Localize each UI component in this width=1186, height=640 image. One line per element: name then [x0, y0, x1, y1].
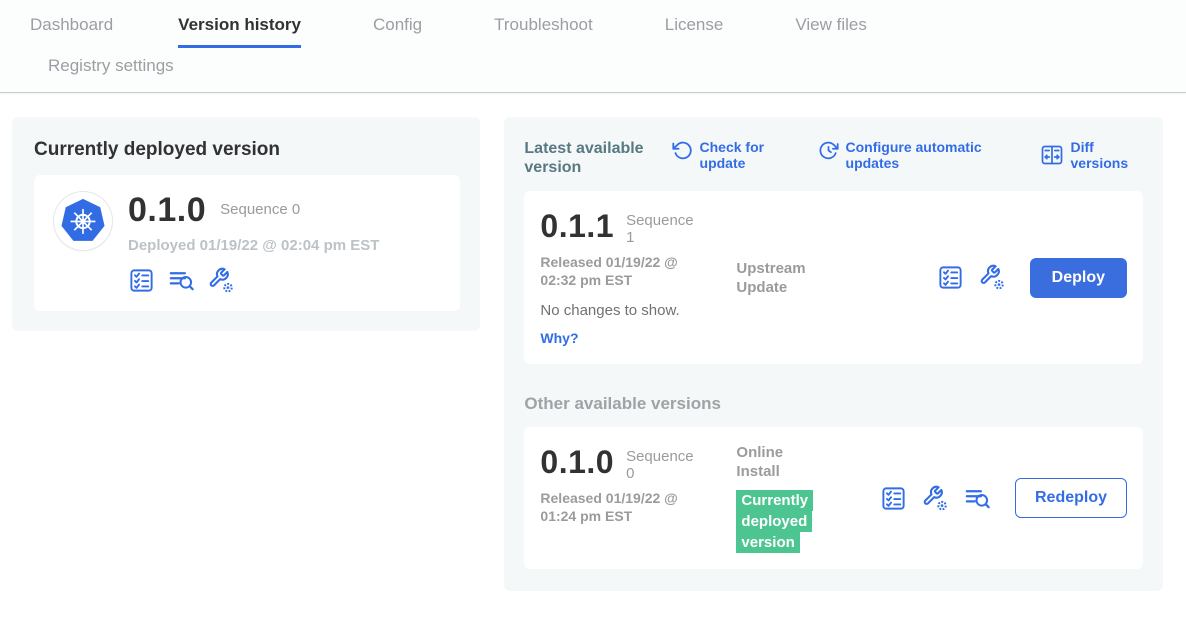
- latest-version-number: 0.1.1: [540, 209, 614, 243]
- edit-config-icon[interactable]: [922, 485, 949, 512]
- refresh-icon: [672, 140, 693, 161]
- schedule-update-icon: [818, 140, 839, 161]
- deploy-logs-icon[interactable]: [168, 267, 195, 294]
- other-version-info: 0.1.0 Sequence 0 Released 01/19/22 @ 01:…: [540, 443, 736, 525]
- deployed-sequence-label: Sequence 0: [220, 192, 300, 219]
- edit-config-icon[interactable]: [208, 267, 235, 294]
- other-version-number: 0.1.0: [540, 445, 614, 479]
- other-version-actions: Redeploy: [880, 478, 1127, 518]
- tab-view-files[interactable]: View files: [795, 15, 867, 48]
- deploy-logs-icon[interactable]: [964, 485, 991, 512]
- latest-version-actions: Deploy: [937, 258, 1127, 298]
- check-for-update-link[interactable]: Check for update: [672, 139, 784, 171]
- redeploy-button[interactable]: Redeploy: [1015, 478, 1127, 518]
- other-version-source: Online Install Currently deployed versio…: [736, 443, 854, 553]
- tab-config[interactable]: Config: [373, 15, 422, 48]
- online-install-label: Online Install: [736, 443, 816, 481]
- kubernetes-logo: [54, 192, 112, 250]
- nav-row-primary: Dashboard Version history Config Trouble…: [30, 0, 1186, 48]
- preflight-checks-icon[interactable]: [128, 267, 155, 294]
- deployed-timestamp: Deployed 01/19/22 @ 02:04 pm EST: [128, 237, 379, 254]
- latest-version-card: 0.1.1 Sequence 1 Released 01/19/22 @ 02:…: [524, 191, 1143, 364]
- other-sequence-label: Sequence 0: [626, 445, 696, 482]
- tab-dashboard[interactable]: Dashboard: [30, 15, 113, 48]
- deploy-button[interactable]: Deploy: [1030, 258, 1127, 298]
- no-changes-note: No changes to show.: [540, 302, 736, 319]
- diff-versions-label: Diff versions: [1071, 139, 1143, 171]
- why-link[interactable]: Why?: [540, 330, 578, 346]
- main-nav: Dashboard Version history Config Trouble…: [0, 0, 1186, 93]
- other-released-timestamp: Released 01/19/22 @ 01:24 pm EST: [540, 489, 710, 525]
- available-versions-panel: Latest available version Check for updat…: [504, 117, 1163, 591]
- currently-deployed-badge: Currently deployed version: [736, 490, 813, 553]
- diff-icon: [1040, 143, 1064, 167]
- upstream-update-label: Upstream Update: [736, 259, 816, 297]
- deployed-version-number: 0.1.0: [128, 192, 206, 228]
- content: Currently deployed version 0.1.0 Sequenc…: [0, 93, 1186, 591]
- edit-config-icon[interactable]: [979, 264, 1006, 291]
- latest-version-source: Upstream Update: [736, 259, 854, 297]
- deployed-panel-title: Currently deployed version: [34, 139, 460, 161]
- latest-released-timestamp: Released 01/19/22 @ 02:32 pm EST: [540, 253, 710, 289]
- other-versions-heading: Other available versions: [524, 394, 1143, 414]
- deployed-version-info: 0.1.0 Sequence 0 Deployed 01/19/22 @ 02:…: [128, 192, 379, 294]
- deployed-version-panel: Currently deployed version 0.1.0 Sequenc…: [12, 117, 480, 331]
- preflight-checks-icon[interactable]: [880, 485, 907, 512]
- latest-version-info: 0.1.1 Sequence 1 Released 01/19/22 @ 02:…: [540, 207, 736, 348]
- latest-available-title: Latest available version: [524, 139, 649, 177]
- check-for-update-label: Check for update: [700, 139, 784, 171]
- diff-versions-link[interactable]: Diff versions: [1040, 139, 1143, 171]
- tab-version-history[interactable]: Version history: [178, 15, 301, 48]
- configure-updates-label: Configure automatic updates: [846, 139, 1006, 171]
- configure-automatic-updates-link[interactable]: Configure automatic updates: [818, 139, 1006, 171]
- other-version-card: 0.1.0 Sequence 0 Released 01/19/22 @ 01:…: [524, 427, 1143, 569]
- tab-registry-settings[interactable]: Registry settings: [48, 56, 174, 88]
- tab-license[interactable]: License: [665, 15, 724, 48]
- tab-troubleshoot[interactable]: Troubleshoot: [494, 15, 593, 48]
- preflight-checks-icon[interactable]: [937, 264, 964, 291]
- latest-sequence-label: Sequence 1: [626, 209, 696, 246]
- nav-row-secondary: Registry settings: [30, 48, 1186, 92]
- deployed-version-card: 0.1.0 Sequence 0 Deployed 01/19/22 @ 02:…: [34, 175, 460, 311]
- available-panel-header: Latest available version Check for updat…: [524, 139, 1143, 177]
